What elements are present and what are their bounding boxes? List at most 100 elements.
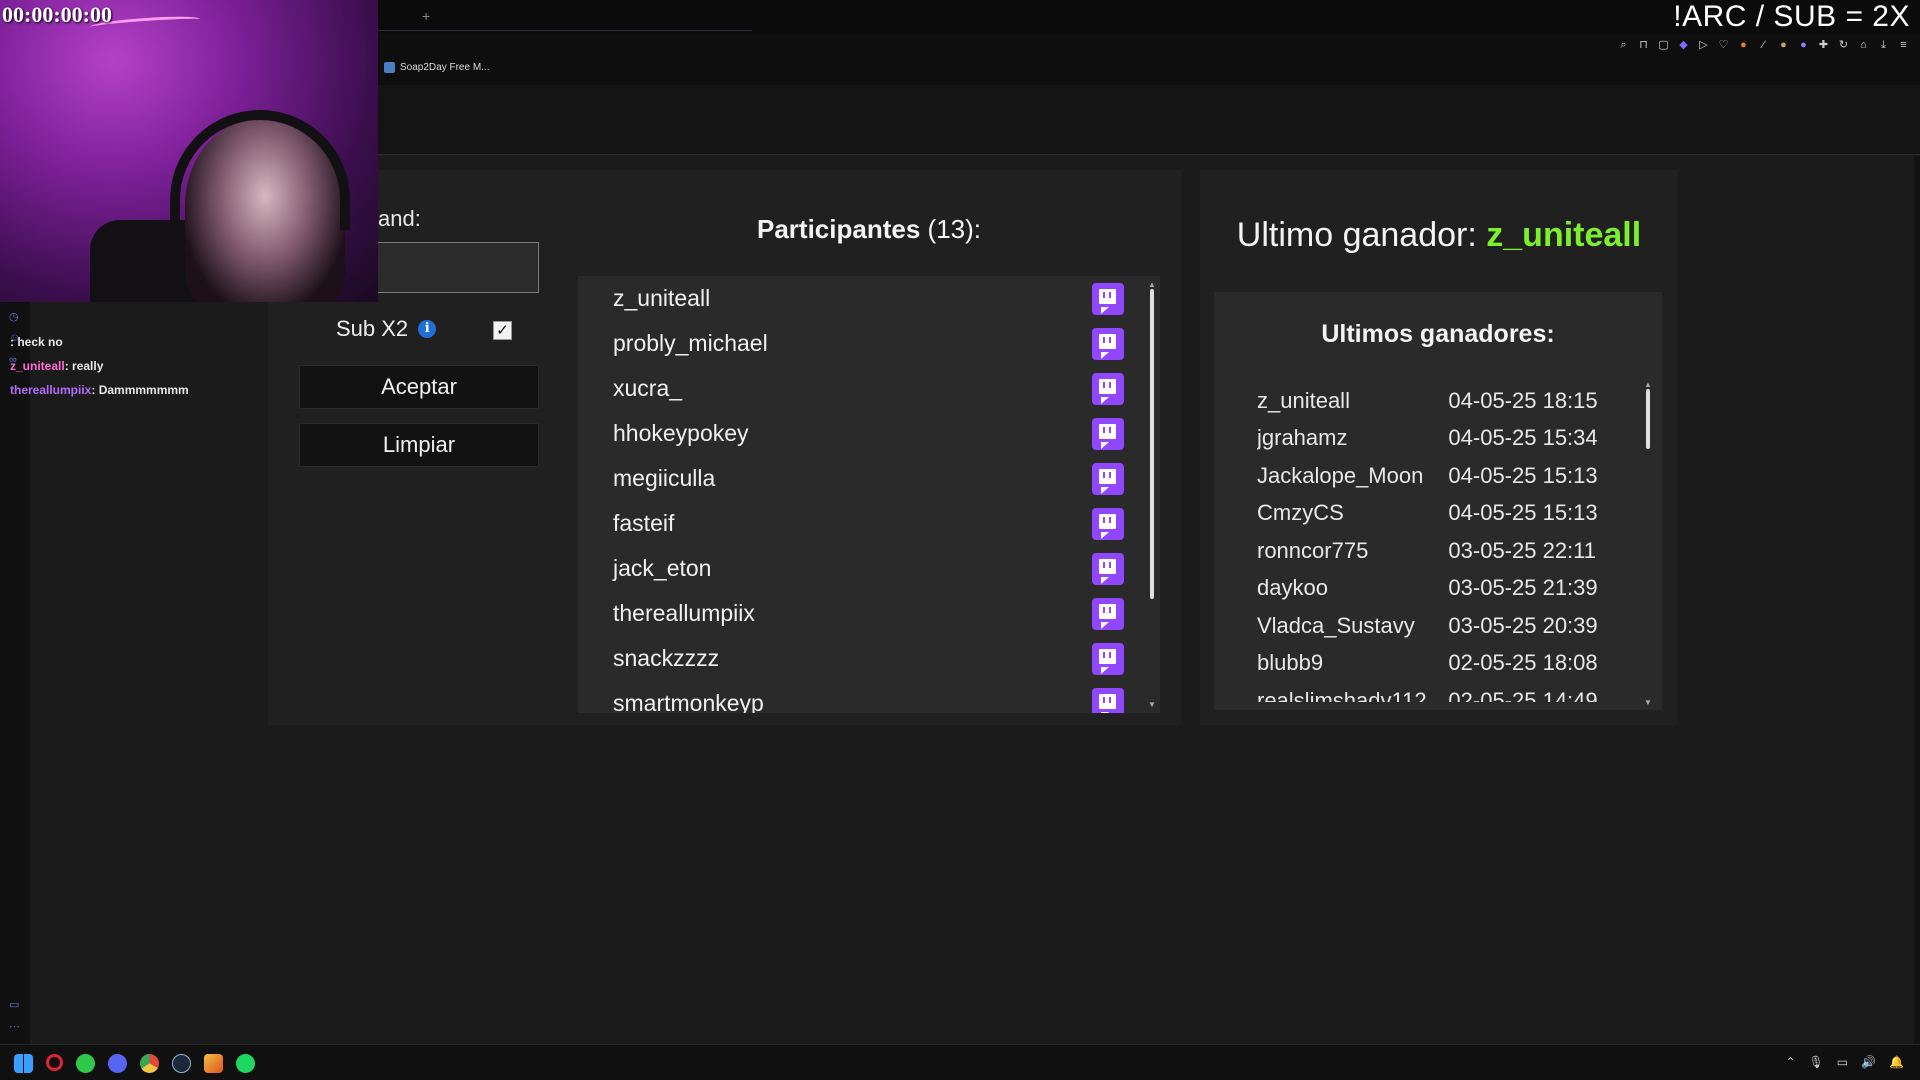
winner-date: 04-05-25 15:13	[1448, 462, 1598, 488]
table-row: realslimshady112 02-05-25 14:49	[1257, 682, 1617, 702]
opera-icon[interactable]	[46, 1054, 63, 1071]
scroll-down-icon[interactable]: ▼	[1148, 701, 1156, 709]
discord-icon[interactable]	[108, 1054, 127, 1073]
chat-text: : Dammmmmmm	[91, 383, 189, 397]
chat-overlay: : heck no z_uniteall: really thereallump…	[10, 330, 370, 402]
participant-name: smartmonkeyp	[613, 690, 764, 713]
refresh-extension-icon[interactable]: ↻	[1837, 39, 1850, 52]
more-icon[interactable]: ⋯	[9, 1020, 20, 1033]
window-edge	[1914, 156, 1920, 1044]
volume-icon[interactable]: 🔊	[1861, 1055, 1876, 1069]
participants-scrollbar[interactable]: ▲ ▼	[1148, 281, 1156, 709]
winners-scrollbar[interactable]: ▲ ▼	[1644, 381, 1652, 707]
windows-start-icon[interactable]	[14, 1054, 33, 1073]
winner-name: z_uniteall	[1257, 387, 1350, 413]
extension-icon[interactable]: ▭	[9, 998, 19, 1011]
lock-icon[interactable]: ⌂	[1857, 39, 1870, 52]
green-app-icon[interactable]	[76, 1054, 95, 1073]
clock-icon[interactable]: ◷	[9, 310, 19, 323]
participant-name: hhokeypokey	[613, 420, 749, 446]
last-winner-name: z_uniteall	[1486, 216, 1642, 254]
twitch-icon	[1092, 552, 1124, 585]
zoom-icon[interactable]: ⌕	[1617, 39, 1630, 52]
scroll-up-icon[interactable]: ▲	[1148, 281, 1156, 289]
bookmark-item[interactable]: Soap2Day Free M...	[384, 62, 489, 73]
download-icon[interactable]: ⤓	[1877, 39, 1890, 52]
screenshot-icon[interactable]: ▢	[1657, 39, 1670, 52]
participant-name: megiiculla	[613, 465, 716, 491]
winner-date: 04-05-25 18:15	[1448, 387, 1598, 413]
clear-button[interactable]: Limpiar	[299, 423, 539, 467]
winner-name: blubb9	[1257, 650, 1324, 676]
steam-icon[interactable]	[172, 1054, 191, 1073]
winner-name: ronncor775	[1257, 537, 1369, 563]
table-row: ronncor775 03-05-25 22:11	[1257, 532, 1617, 570]
command-input[interactable]	[378, 242, 539, 293]
menu-icon[interactable]: ≡	[1897, 39, 1910, 52]
winner-name: daykoo	[1257, 575, 1328, 601]
microphone-icon[interactable]: 🎙	[1809, 1055, 1824, 1069]
pen-app-icon[interactable]	[204, 1054, 223, 1073]
extension-slash-icon[interactable]: ⁄	[1757, 39, 1770, 52]
twitch-icon	[1092, 597, 1124, 630]
winners-scrollbar-thumb[interactable]	[1646, 389, 1650, 449]
extension-badge-icon[interactable]: ●	[1777, 39, 1790, 52]
winner-date: 02-05-25 18:08	[1448, 650, 1598, 676]
participant-name: xucra_	[613, 375, 683, 401]
participant-name: thereallumpiix	[613, 600, 755, 626]
twitch-icon	[1092, 462, 1124, 495]
info-icon[interactable]: i	[418, 320, 437, 338]
new-tab-button[interactable]: +	[422, 8, 430, 24]
last-winner: Ultimo ganador: z_uniteall	[1200, 216, 1678, 255]
scroll-up-icon[interactable]: ▲	[1644, 381, 1652, 389]
scroll-down-icon[interactable]: ▼	[1644, 699, 1652, 707]
bookmark-label: Soap2Day Free M...	[400, 62, 490, 73]
chat-text: : really	[64, 359, 104, 373]
participant-name: probly_michael	[613, 330, 768, 356]
twitch-icon	[1092, 507, 1124, 540]
shield-icon[interactable]: ◆	[1677, 39, 1690, 52]
bookmark-favicon-icon	[384, 62, 395, 73]
extension-orange-icon[interactable]: ●	[1737, 39, 1750, 52]
chat-text: : heck no	[10, 335, 63, 349]
twitch-icon	[1092, 327, 1124, 360]
twitch-icon-tail	[1101, 712, 1109, 713]
participants-title: Participantes (13):	[578, 214, 1160, 245]
participant-name: snackzzzz	[613, 645, 720, 671]
twitch-icon	[1092, 282, 1124, 315]
heart-icon[interactable]: ♡	[1717, 39, 1730, 52]
winners-list[interactable]: z_uniteall 04-05-25 18:15 jgrahamz 04-05-2…	[1257, 382, 1617, 702]
play-icon[interactable]: ▷	[1697, 39, 1710, 52]
table-row: Vladca_Sustavy 03-05-25 20:39	[1257, 607, 1617, 645]
command-banner: !ARC / SUB = 2X	[1673, 0, 1910, 33]
taskbar: ⌃ 🎙 ▭ 🔊 🔔	[0, 1044, 1920, 1080]
participants-list[interactable]: z_uniteall probly_michael xucra_ hhokeyp…	[578, 276, 1160, 713]
table-row: daykoo 03-05-25 21:39	[1257, 570, 1617, 608]
list-item: thereallumpiix	[578, 591, 1160, 636]
pin-icon[interactable]: ⊓	[1637, 39, 1650, 52]
chrome-icon[interactable]	[140, 1054, 159, 1073]
spotify-icon[interactable]	[236, 1054, 255, 1073]
table-row: jgrahamz 04-05-25 15:34	[1257, 420, 1617, 458]
list-item: z_uniteall	[578, 276, 1160, 321]
chevron-up-icon[interactable]: ⌃	[1785, 1055, 1795, 1069]
twitch-icon	[1092, 642, 1124, 675]
twitch-icon	[1092, 687, 1124, 713]
notification-icon[interactable]: 🔔	[1889, 1055, 1904, 1069]
chat-username: thereallumpiix	[10, 383, 92, 397]
table-row: Jackalope_Moon 04-05-25 15:13	[1257, 457, 1617, 495]
winner-name: Jackalope_Moon	[1257, 462, 1424, 488]
winner-date: 03-05-25 22:11	[1448, 537, 1597, 563]
winner-name: Vladca_Sustavy	[1257, 612, 1415, 638]
extension-purple-icon[interactable]: ●	[1797, 39, 1810, 52]
winners-history-title: Ultimos ganadores:	[1321, 320, 1555, 348]
twitch-icon	[1092, 417, 1124, 450]
winner-date: 03-05-25 20:39	[1448, 612, 1598, 638]
list-item: snackzzzz	[578, 636, 1160, 681]
subx2-checkbox[interactable]: ✓	[493, 321, 512, 340]
network-icon[interactable]: ▭	[1837, 1055, 1848, 1069]
participants-scrollbar-thumb[interactable]	[1150, 289, 1154, 599]
winner-name: realslimshady112	[1257, 687, 1427, 702]
extension-icons: ⌕ ⊓ ▢ ◆ ▷ ♡ ● ⁄ ● ● ✚ ↻ ⌂ ⤓ ≡	[1617, 39, 1910, 52]
puzzle-icon[interactable]: ✚	[1817, 39, 1830, 52]
